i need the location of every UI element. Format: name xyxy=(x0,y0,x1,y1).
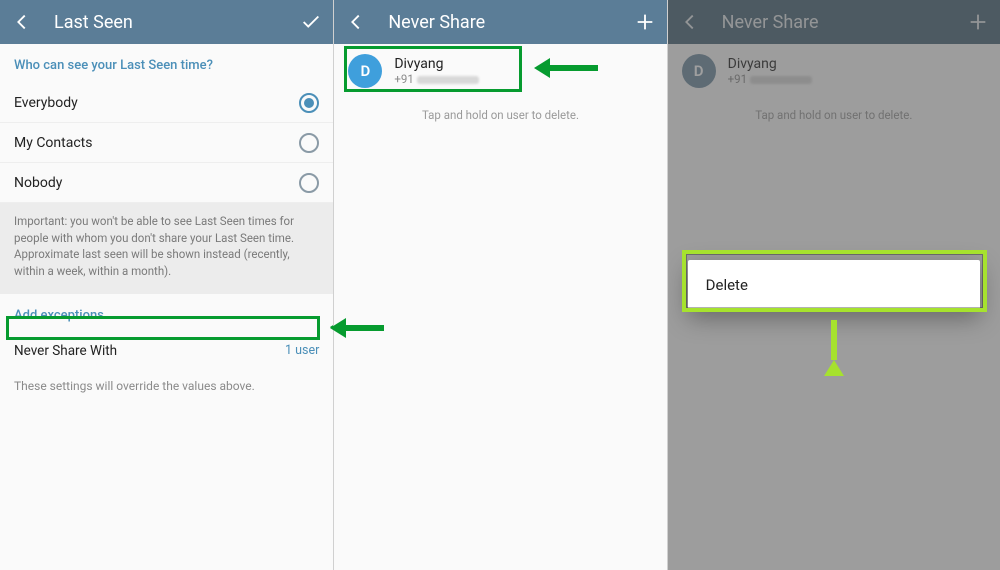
never-share-with-row[interactable]: Never Share With 1 user xyxy=(0,333,333,369)
arrow-overflow-panel1 xyxy=(330,318,384,338)
option-label: My Contacts xyxy=(14,135,92,151)
header-title: Never Share xyxy=(388,12,632,33)
option-label: Nobody xyxy=(14,175,62,191)
section-add-exceptions: Add exceptions xyxy=(0,294,333,333)
panel-never-share-dialog: Never Share D Divyang +91 Tap and hold o… xyxy=(667,0,1000,570)
add-icon[interactable] xyxy=(633,10,657,34)
panel-last-seen: Last Seen Who can see your Last Seen tim… xyxy=(0,0,333,570)
important-note: Important: you won't be able to see Last… xyxy=(0,203,333,294)
never-share-label: Never Share With xyxy=(14,343,117,359)
redacted-phone xyxy=(417,76,479,84)
tap-hold-hint: Tap and hold on user to delete. xyxy=(334,98,666,132)
contact-name: Divyang xyxy=(394,56,478,72)
context-menu: Delete xyxy=(688,260,980,310)
contact-row[interactable]: D Divyang +91 xyxy=(334,44,666,98)
never-share-count: 1 user xyxy=(285,343,319,358)
back-icon[interactable] xyxy=(10,10,34,34)
delete-option[interactable]: Delete xyxy=(706,276,962,294)
section-who-can-see: Who can see your Last Seen time? xyxy=(0,44,333,83)
radio-icon xyxy=(299,93,319,113)
header-bar: Last Seen xyxy=(0,0,333,44)
option-label: Everybody xyxy=(14,95,78,111)
back-icon[interactable] xyxy=(344,10,368,34)
option-everybody[interactable]: Everybody xyxy=(0,83,333,123)
header-bar: Never Share xyxy=(334,0,666,44)
option-nobody[interactable]: Nobody xyxy=(0,163,333,203)
option-my-contacts[interactable]: My Contacts xyxy=(0,123,333,163)
radio-icon xyxy=(299,133,319,153)
header-title: Last Seen xyxy=(54,12,299,33)
radio-icon xyxy=(299,173,319,193)
arrow-to-delete xyxy=(824,320,844,376)
contact-phone: +91 xyxy=(394,72,478,86)
avatar: D xyxy=(348,54,382,88)
arrow-to-contact xyxy=(534,58,598,78)
panel-never-share: Never Share D Divyang +91 Tap and hold o… xyxy=(333,0,666,570)
override-hint: These settings will override the values … xyxy=(0,369,333,403)
confirm-check-icon[interactable] xyxy=(299,10,323,34)
